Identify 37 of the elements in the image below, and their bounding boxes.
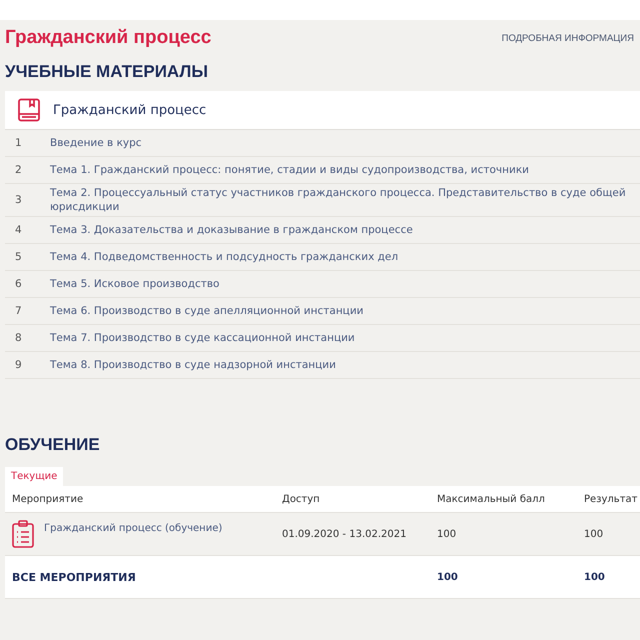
material-link[interactable]: Тема 2. Процессуальный статус участников гражданского процесса. Представительство в суде общей юрисдикции	[50, 186, 630, 214]
item-number: 1	[14, 137, 23, 149]
material-link[interactable]: Тема 3. Доказательства и доказывание в гражданском процессе	[50, 223, 413, 238]
column-header: Мероприятие	[12, 494, 84, 504]
max-score: 100	[437, 528, 458, 540]
page-title: Гражданский процесс	[5, 27, 212, 49]
tab[interactable]: Текущие	[5, 467, 64, 486]
column-header: Результат	[584, 494, 638, 504]
material-link[interactable]: Введение в курс	[50, 136, 142, 150]
item-number: 7	[14, 305, 23, 318]
material-link[interactable]: Тема 4. Подведомственность и подсудность гражданских дел	[50, 250, 398, 264]
material-link[interactable]: Тема 1. Гражданский процесс: понятие, стадии и виды судопроизводства, источники	[50, 162, 529, 178]
section-heading: ОБУЧЕНИЕ	[5, 435, 101, 455]
event-link[interactable]: Гражданский процесс (обучение)	[44, 523, 222, 534]
column-header: Максимальный балл	[437, 494, 546, 504]
material-link[interactable]: Тема 6. Производство в суде апелляционной инстанции	[50, 304, 364, 318]
total-max-score: 100	[437, 572, 459, 582]
item-number: 8	[14, 332, 23, 344]
result-score: 100	[584, 528, 604, 540]
material-link[interactable]: Тема 7. Производство в суде кассационной инстанции	[50, 331, 355, 346]
item-number: 2	[14, 164, 23, 176]
details-link[interactable]: ПОДРОБНАЯ ИНФОРМАЦИЯ	[502, 32, 640, 44]
total-result: 100	[584, 572, 606, 582]
item-number: 3	[14, 194, 23, 206]
item-number: 9	[14, 359, 23, 372]
item-number: 5	[14, 251, 23, 264]
course-title: Гражданский процесс	[53, 102, 206, 118]
material-link[interactable]: Тема 8. Производство в суде надзорной инстанции	[50, 358, 336, 372]
item-number: 4	[14, 224, 23, 236]
section-heading: УЧЕБНЫЕ МАТЕРИАЛЫ	[5, 62, 209, 82]
total-label: ВСЕ МЕРОПРИЯТИЯ	[12, 570, 137, 584]
material-link[interactable]: Тема 5. Исковое производство	[50, 277, 220, 292]
clipboard-list-icon	[12, 520, 34, 548]
column-header: Доступ	[282, 494, 321, 504]
access-dates: 01.09.2020 - 13.02.2021	[282, 528, 408, 540]
item-number: 6	[14, 278, 23, 290]
book-icon	[17, 98, 41, 122]
